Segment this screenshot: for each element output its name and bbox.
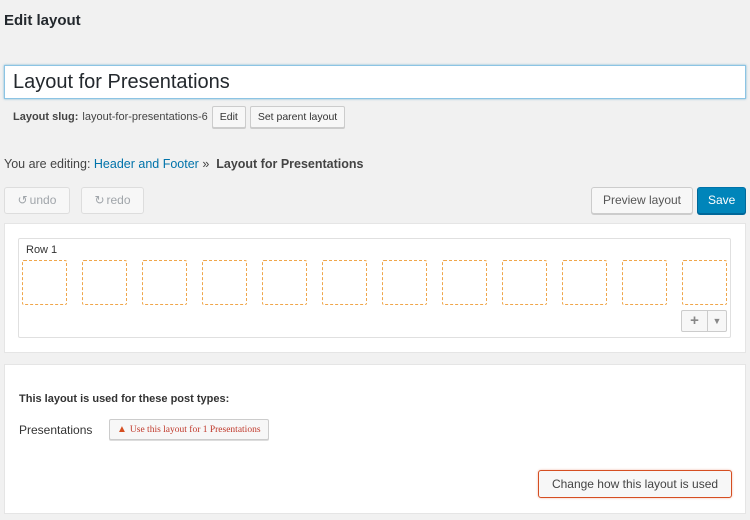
grid-cell[interactable]	[202, 260, 247, 305]
grid-cell[interactable]	[682, 260, 727, 305]
edit-slug-button[interactable]: Edit	[211, 106, 246, 128]
redo-label: redo	[106, 193, 131, 207]
change-usage-button[interactable]: Change how this layout is used	[538, 470, 732, 498]
caret-down-icon[interactable]: ▼	[708, 311, 726, 331]
grid-cell[interactable]	[22, 260, 67, 305]
redo-icon: ↻	[94, 193, 105, 207]
grid-cell[interactable]	[562, 260, 607, 305]
page-title: Edit layout	[4, 12, 81, 29]
grid-cell[interactable]	[82, 260, 127, 305]
undo-label: undo	[29, 193, 57, 207]
slug-label: Layout slug:	[13, 111, 79, 123]
breadcrumb-separator: »	[202, 157, 210, 171]
grid-cell[interactable]	[442, 260, 487, 305]
layout-row[interactable]: Row 1 + ▼	[18, 238, 731, 338]
slug-row: Layout slug: layout-for-presentations-6 …	[13, 106, 346, 128]
set-parent-layout-button[interactable]: Set parent layout	[249, 106, 346, 128]
grid-cell[interactable]	[622, 260, 667, 305]
usage-heading: This layout is used for these post types…	[19, 393, 230, 405]
save-button[interactable]: Save	[697, 187, 746, 214]
warning-icon: ▲	[117, 424, 127, 435]
use-layout-button[interactable]: ▲ Use this layout for 1 Presentations	[109, 419, 269, 440]
grid-cell[interactable]	[142, 260, 187, 305]
post-type-label: Presentations	[19, 423, 93, 437]
plus-icon[interactable]: +	[682, 311, 708, 331]
breadcrumb-parent-link[interactable]: Header and Footer	[94, 157, 199, 171]
breadcrumb-prefix: You are editing:	[4, 157, 91, 171]
grid-cell[interactable]	[502, 260, 547, 305]
breadcrumb-current: Layout for Presentations	[216, 157, 364, 171]
grid-cell[interactable]	[262, 260, 307, 305]
undo-icon: ↺	[17, 193, 28, 207]
row-controls: + ▼	[681, 310, 727, 332]
layout-title-input[interactable]: Layout for Presentations	[4, 65, 746, 99]
redo-button[interactable]: ↻ redo	[81, 187, 144, 214]
grid-cell[interactable]	[382, 260, 427, 305]
undo-button[interactable]: ↺ undo	[4, 187, 70, 214]
preview-layout-button[interactable]: Preview layout	[591, 187, 693, 214]
row-label: Row 1	[26, 244, 58, 256]
breadcrumb: You are editing: Header and Footer » Lay…	[4, 157, 363, 171]
grid-cell[interactable]	[322, 260, 367, 305]
slug-value: layout-for-presentations-6	[82, 111, 208, 123]
use-layout-label: Use this layout for 1 Presentations	[129, 425, 261, 435]
